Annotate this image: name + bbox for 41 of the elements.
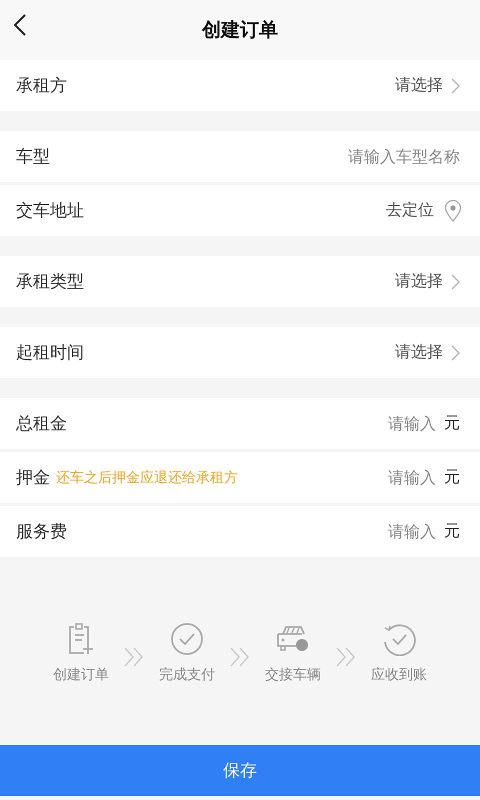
input-field[interactable]: 请输入车型名称 xyxy=(260,147,460,166)
step-label: 创建订单 xyxy=(53,666,109,684)
field-label: 交车地址 xyxy=(16,200,84,222)
hint-text: 还车之后押金应退还给承租方 xyxy=(56,468,238,486)
location-pin-icon[interactable] xyxy=(444,200,462,222)
input-field[interactable]: 请输入 xyxy=(356,522,436,541)
chevron-right-icon xyxy=(451,344,460,360)
field-label: 总租金 xyxy=(16,413,67,435)
refresh-check-icon xyxy=(382,622,416,656)
field-label: 车型 xyxy=(16,146,50,168)
select-value: 请选择 xyxy=(395,342,443,363)
select-value: 请选择 xyxy=(395,271,443,292)
save-button[interactable]: 保存 xyxy=(0,745,480,796)
step-label: 应收到账 xyxy=(371,666,427,684)
field-label: 服务费 xyxy=(16,521,67,543)
field-label: 押金 xyxy=(16,467,50,489)
back-icon[interactable] xyxy=(14,14,26,36)
chevron-right-icon xyxy=(451,78,460,94)
unit-label: 元 xyxy=(444,413,460,434)
unit-label: 元 xyxy=(444,521,460,542)
double-chevron-icon xyxy=(229,646,251,668)
double-chevron-icon xyxy=(123,646,145,668)
chevron-right-icon xyxy=(451,274,460,290)
clipboard-icon xyxy=(66,622,96,656)
double-chevron-icon xyxy=(335,646,357,668)
select-row[interactable]: 交车地址 去定位 xyxy=(0,185,480,236)
input-field[interactable]: 请输入 xyxy=(356,414,436,433)
step-label: 交接车辆 xyxy=(265,666,321,684)
select-row[interactable]: 承租方 请选择 xyxy=(0,60,480,111)
location-value: 去定位 xyxy=(386,200,434,221)
select-row[interactable]: 起租时间 请选择 xyxy=(0,327,480,378)
input-field[interactable]: 请输入 xyxy=(356,468,436,487)
page-title: 创建订单 xyxy=(202,18,278,43)
unit-label: 元 xyxy=(444,467,460,488)
field-label: 起租时间 xyxy=(16,342,84,364)
step-label: 完成支付 xyxy=(159,666,215,684)
field-label: 承租方 xyxy=(16,75,67,97)
check-circle-icon xyxy=(170,622,204,656)
select-value: 请选择 xyxy=(395,75,443,96)
field-label: 承租类型 xyxy=(16,271,84,293)
select-row[interactable]: 承租类型 请选择 xyxy=(0,256,480,307)
